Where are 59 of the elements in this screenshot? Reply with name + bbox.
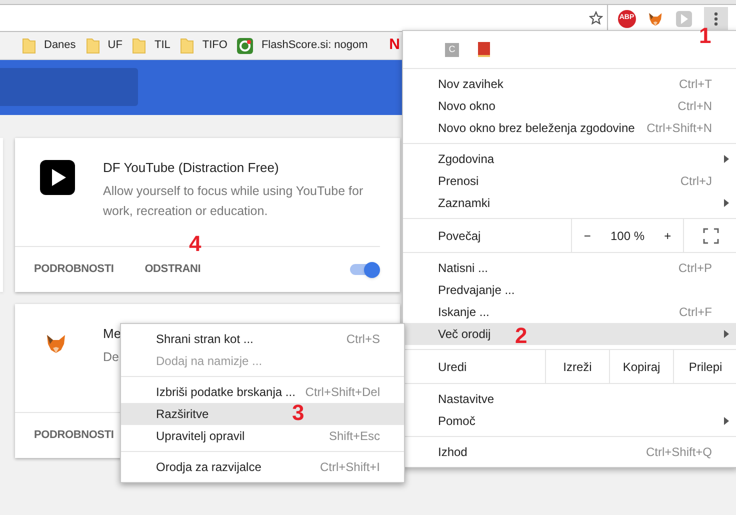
menu-item[interactable]: Prenosi Ctrl+J (403, 170, 736, 192)
submenu-arrow-icon (724, 155, 729, 163)
submenu-arrow-icon (724, 199, 729, 207)
menu-item[interactable]: Shrani stran kot ... Ctrl+S (121, 328, 404, 350)
extension-name: Me (103, 326, 122, 342)
extension-description: Allow yourself to focus while using YouTube for work, recreation or education. (103, 183, 364, 220)
zoom-level: 100 % (610, 228, 644, 244)
bookmark-link[interactable]: Danes (44, 37, 76, 54)
menu-item[interactable]: Predvajanje ... (403, 279, 736, 301)
menu-item[interactable]: Nov zavihek Ctrl+T (403, 73, 736, 95)
step-number: 3 (292, 401, 304, 425)
bookmark-link[interactable]: UF (108, 37, 122, 54)
menu-item[interactable]: Zaznamki (403, 192, 736, 214)
extension-name: DF YouTube (Distraction Free) (103, 160, 280, 176)
menu-item[interactable]: Orodja za razvijalce Ctrl+Shift+I (121, 456, 404, 478)
menu-item[interactable]: Nastavitve (403, 388, 736, 410)
menu-icon (714, 12, 718, 26)
bookmark-link[interactable]: TIFO (202, 37, 228, 54)
fullscreen-icon[interactable] (702, 228, 718, 244)
edit-action-button[interactable]: Izreži (545, 350, 609, 383)
book-icon[interactable] (477, 42, 491, 57)
step-number: 4 (189, 232, 202, 256)
menu-item[interactable]: Zgodovina (403, 148, 736, 170)
toggle-switch[interactable] (350, 262, 380, 278)
menu-item[interactable]: Izhod Ctrl+Shift+Q (403, 441, 736, 463)
menu-item[interactable]: Upravitelj opravil Shift+Esc (121, 425, 404, 447)
extension-description: De (103, 349, 120, 366)
step-number: 1 (699, 24, 712, 48)
step-number: 2 (515, 324, 528, 348)
menu-label: Uredi (437, 358, 468, 376)
menu-label: Povečaj (437, 228, 482, 244)
menu-item[interactable]: Novo okno Ctrl+N (403, 95, 736, 117)
folder-icon (22, 38, 36, 54)
menu-item[interactable]: Novo okno brez beleženja zgodovine Ctrl+Shift+N (403, 117, 736, 139)
netflix-logo[interactable]: N (389, 34, 400, 57)
text-button[interactable]: PODROBNOSTI (34, 427, 114, 444)
folder-icon (86, 38, 100, 54)
menu-item: Dodaj na namizje ... (155, 353, 264, 370)
menu-item[interactable]: Iskanje ... Ctrl+F (403, 301, 736, 323)
menu-item[interactable]: Pomoč (403, 410, 736, 432)
star-icon[interactable] (589, 11, 603, 25)
text-button[interactable]: ODSTRANI (144, 261, 201, 278)
submenu-arrow-icon (724, 417, 729, 425)
folder-icon (132, 38, 146, 54)
folder-icon (180, 38, 194, 54)
zoom-in-button[interactable]: + (660, 226, 676, 244)
menu-item[interactable]: Natisni ... Ctrl+P (403, 257, 736, 279)
search-field[interactable] (0, 68, 138, 106)
menu-item[interactable]: Izbriši podatke brskanja ... Ctrl+Shift+Del (121, 381, 404, 403)
zoom-out-button[interactable]: − (580, 226, 595, 244)
bookmark-link[interactable]: TIL (154, 37, 170, 54)
bookmark-link[interactable]: FlashScore.si: nogom (261, 37, 368, 54)
edit-action-button[interactable]: Prilepi (673, 350, 736, 383)
text-button[interactable]: PODROBNOSTI (34, 261, 114, 278)
submenu-arrow-icon (724, 330, 729, 338)
edit-action-button[interactable]: Kopiraj (609, 350, 673, 383)
address-field[interactable] (0, 5, 608, 32)
fox-icon[interactable] (647, 10, 664, 26)
play-icon (40, 160, 75, 195)
